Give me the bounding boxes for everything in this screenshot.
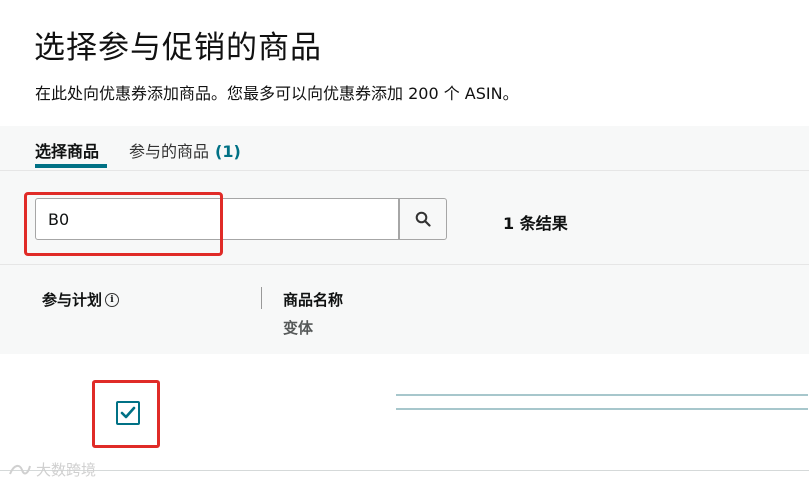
watermark: 大数跨境	[8, 459, 96, 480]
product-name-redacted	[396, 394, 808, 396]
product-variant-redacted	[396, 408, 808, 410]
watermark-logo-icon	[9, 464, 31, 474]
column-participate-label: 参与计划	[42, 291, 103, 309]
search-icon	[415, 211, 431, 227]
tab-select-products[interactable]: 选择商品	[35, 138, 99, 162]
search-button[interactable]	[399, 198, 447, 240]
page-subtitle: 在此处向优惠券添加商品。您最多可以向优惠券添加 200 个 ASIN。	[35, 84, 519, 103]
tab-participating-label: 参与的商品	[129, 142, 210, 161]
result-count: 1 条结果	[503, 214, 568, 233]
active-tab-indicator	[35, 164, 107, 168]
table-header: 参与计划 i 商品名称 变体	[0, 264, 809, 356]
column-divider	[261, 287, 262, 309]
tabs-bar: 选择商品 参与的商品 (1)	[0, 126, 809, 170]
tab-participating-products[interactable]: 参与的商品 (1)	[129, 138, 241, 162]
info-icon[interactable]: i	[105, 292, 120, 307]
column-product-name: 商品名称	[283, 291, 344, 309]
checkbox-highlight-box	[92, 380, 160, 448]
search-highlight-box	[24, 192, 223, 256]
watermark-text: 大数跨境	[36, 461, 97, 479]
column-participate: 参与计划 i	[42, 289, 120, 310]
column-variant: 变体	[283, 319, 314, 337]
page-title: 选择参与促销的商品	[34, 30, 322, 66]
tab-participating-count: (1)	[215, 142, 241, 161]
